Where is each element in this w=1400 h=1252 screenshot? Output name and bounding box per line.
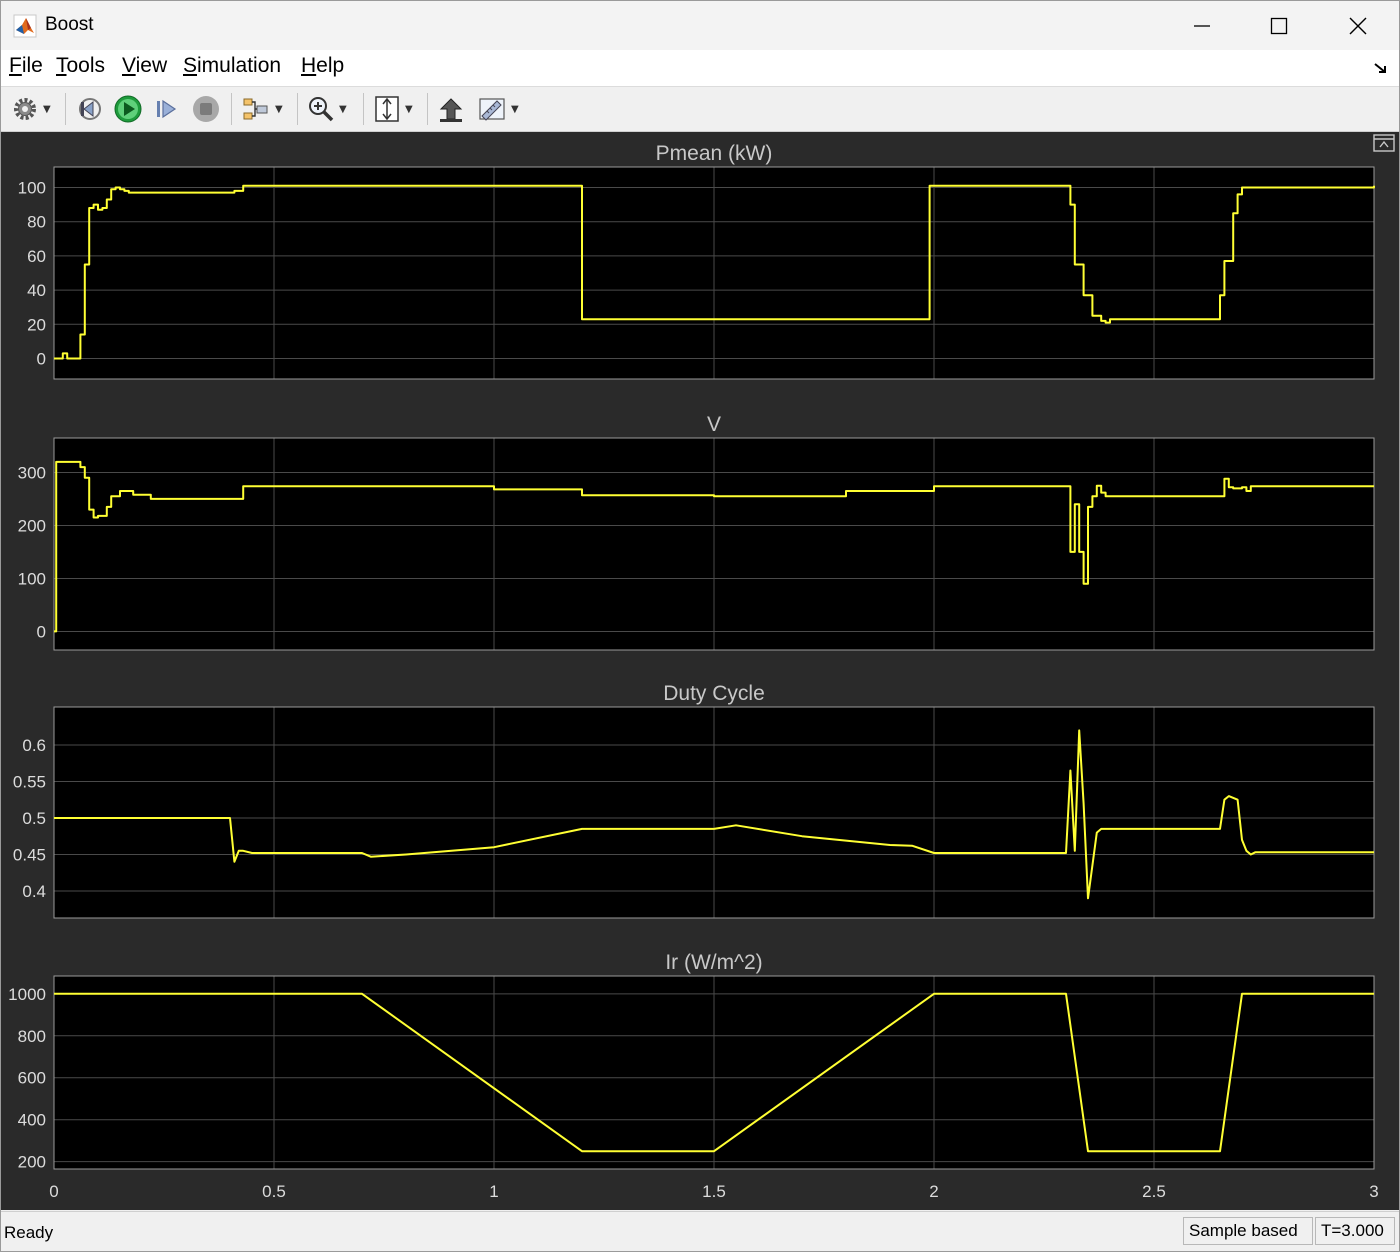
configuration-button[interactable]: ▼ [11, 93, 51, 125]
plot-title: Pmean (kW) [656, 142, 773, 165]
y-tick-label: 800 [18, 1027, 46, 1046]
highlight-icon [439, 98, 463, 122]
title-bar[interactable]: Boost [1, 1, 1399, 50]
y-tick-label: 200 [18, 516, 46, 535]
y-tick-label: 20 [27, 315, 46, 334]
plot-title: V [707, 413, 721, 436]
scope-window: Boost File Tools View Simulation Help ▼ [0, 0, 1400, 1252]
menu-simulation[interactable]: Simulation [183, 54, 281, 78]
status-bar: Ready Sample based T=3.000 [1, 1211, 1399, 1251]
menu-tools[interactable]: Tools [56, 54, 105, 78]
y-tick-label: 600 [18, 1069, 46, 1088]
measurements-button[interactable]: ▼ [477, 93, 519, 125]
close-button[interactable] [1323, 1, 1393, 50]
undock-plot-icon[interactable] [1373, 134, 1395, 152]
plot-title: Ir (W/m^2) [665, 951, 762, 974]
matlab-logo-icon [13, 14, 37, 38]
chevron-down-icon[interactable]: ▼ [405, 104, 413, 115]
menu-help[interactable]: Help [301, 54, 344, 78]
minimize-icon [1194, 24, 1210, 27]
x-tick-label: 1.5 [702, 1182, 726, 1201]
y-tick-label: 0 [37, 622, 46, 641]
step-forward-icon [157, 99, 177, 119]
y-tick-label: 40 [27, 281, 46, 300]
chevron-down-icon[interactable]: ▼ [43, 104, 51, 115]
stop-button[interactable] [191, 93, 221, 125]
step-back-button[interactable] [75, 93, 105, 125]
y-tick-label: 0.5 [22, 809, 46, 828]
signal-selector-button[interactable]: ▼ [241, 93, 283, 125]
run-button[interactable] [113, 93, 143, 125]
x-tick-label: 2 [929, 1182, 938, 1201]
menu-view[interactable]: View [122, 54, 167, 78]
run-icon [114, 95, 142, 123]
x-tick-label: 2.5 [1142, 1182, 1166, 1201]
y-tick-label: 0.55 [13, 772, 46, 791]
toolbar-separator [427, 93, 428, 125]
chevron-down-icon[interactable]: ▼ [275, 104, 283, 115]
simulation-time-indicator: T=3.000 [1315, 1217, 1395, 1245]
minimize-button[interactable] [1167, 1, 1237, 50]
sample-mode-indicator: Sample based [1183, 1217, 1313, 1245]
signal-selector-icon [243, 98, 268, 120]
menu-bar: File Tools View Simulation Help [1, 50, 1399, 87]
y-tick-label: 1000 [8, 985, 46, 1004]
zoom-button[interactable]: ▼ [307, 93, 347, 125]
toolbar-separator [231, 93, 232, 125]
y-tick-label: 0 [37, 349, 46, 368]
y-tick-label: 80 [27, 213, 46, 232]
x-tick-label: 3 [1369, 1182, 1378, 1201]
y-tick-label: 100 [18, 179, 46, 198]
scope-plots[interactable]: 020406080100Pmean (kW)0100200300V0.40.45… [1, 132, 1399, 1210]
y-tick-label: 300 [18, 463, 46, 482]
y-tick-label: 60 [27, 247, 46, 266]
step-forward-button[interactable] [153, 93, 181, 125]
y-tick-label: 0.6 [22, 736, 46, 755]
menu-file[interactable]: File [9, 54, 43, 78]
maximize-icon [1270, 17, 1288, 34]
maximize-button[interactable] [1244, 1, 1314, 50]
chevron-down-icon[interactable]: ▼ [511, 104, 519, 115]
stop-icon [193, 96, 219, 122]
status-text: Ready [4, 1223, 54, 1242]
window-title: Boost [45, 14, 94, 35]
undock-arrow-icon[interactable] [1373, 60, 1389, 76]
toolbar-separator [363, 93, 364, 125]
y-tick-label: 100 [18, 569, 46, 588]
step-back-icon [79, 98, 101, 120]
close-icon [1349, 17, 1367, 34]
y-tick-label: 0.4 [22, 882, 46, 901]
y-tick-label: 400 [18, 1111, 46, 1130]
scope-plot-area: 0 20 40 60 80 100 Pmean (kW) 0 100 200 300 V 0.4 0.45… [1, 132, 1399, 1210]
x-tick-label: 0.5 [262, 1182, 286, 1201]
x-tick-label: 1 [489, 1182, 498, 1201]
toolbar-separator [65, 93, 66, 125]
autoscale-icon [375, 96, 399, 122]
autoscale-button[interactable]: ▼ [373, 93, 413, 125]
toolbar-separator [297, 93, 298, 125]
plot-title: Duty Cycle [663, 682, 765, 705]
x-tick-label: 0 [49, 1182, 58, 1201]
y-tick-label: 0.45 [13, 845, 46, 864]
measure-icon [479, 98, 505, 121]
highlight-block-button[interactable] [437, 93, 465, 125]
zoom-in-icon [309, 97, 334, 122]
gear-icon [14, 98, 36, 120]
chevron-down-icon[interactable]: ▼ [339, 104, 347, 115]
toolbar: ▼ ▼ ▼ ▼ ▼ [1, 87, 1399, 132]
y-tick-label: 200 [18, 1153, 46, 1172]
